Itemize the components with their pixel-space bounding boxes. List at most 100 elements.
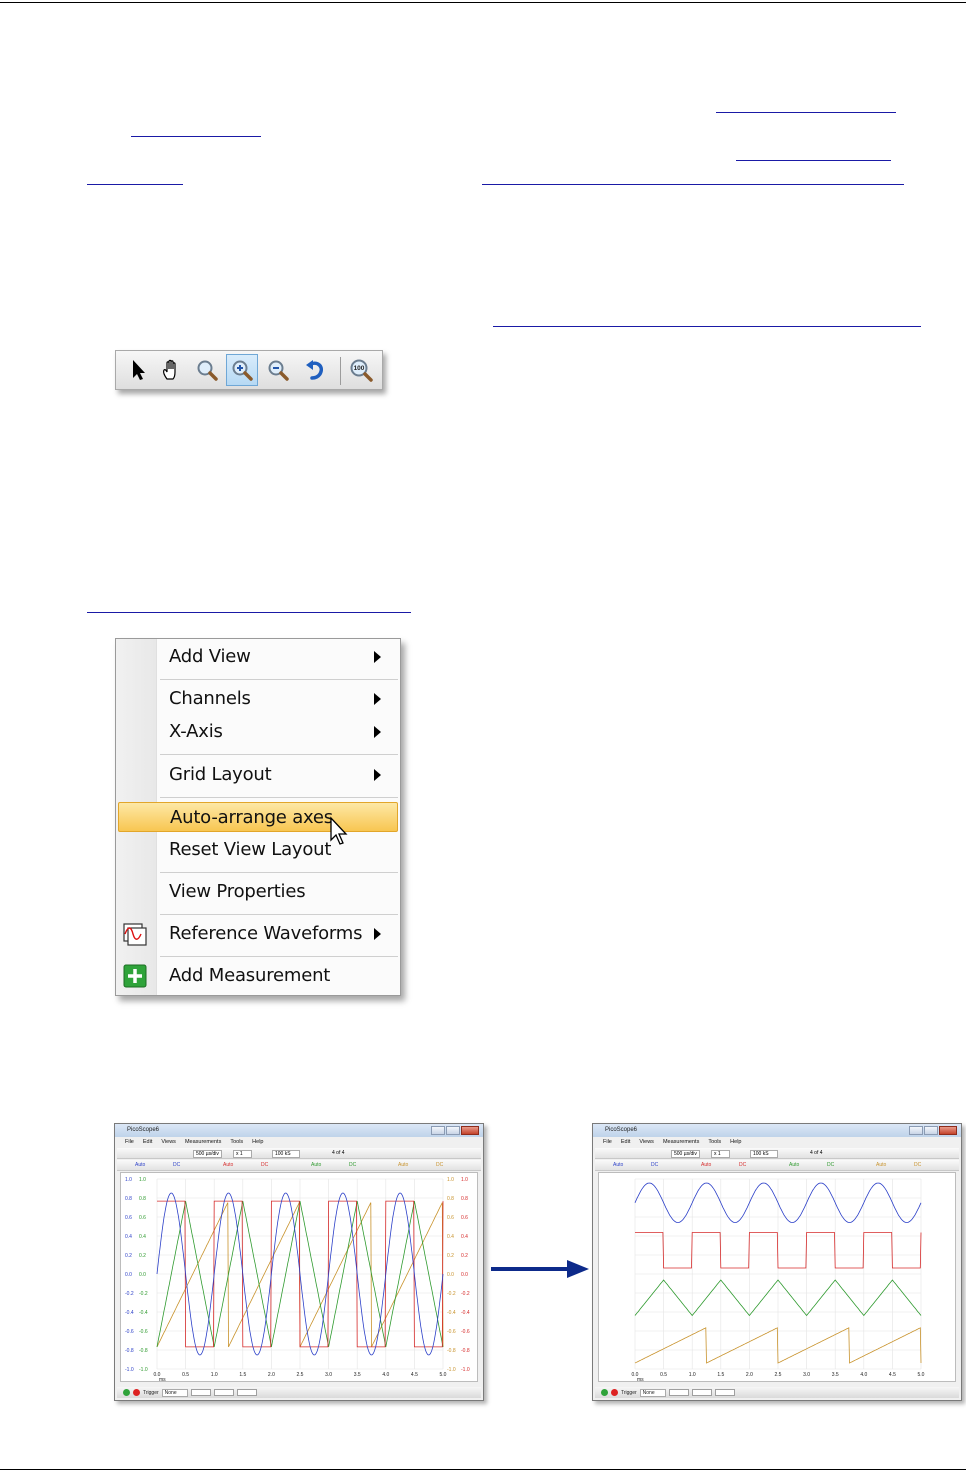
zoom-out-icon[interactable] [262, 354, 294, 386]
channel-d-coupling[interactable]: DC [914, 1162, 921, 1168]
channel-c-range[interactable]: Auto [311, 1162, 321, 1168]
hyperlink-underline[interactable] [87, 184, 183, 185]
y-tick-label-c: 0.2 [139, 1253, 146, 1259]
menu-item-grid-layout[interactable]: Grid Layout [116, 760, 400, 790]
channel-toolbar: Auto DC Auto DC Auto DC Auto DC [117, 1160, 481, 1171]
zoom-select[interactable]: x 1 [711, 1150, 730, 1158]
start-icon[interactable] [601, 1389, 608, 1396]
menu-file[interactable]: File [125, 1137, 134, 1147]
window-titlebar: PicoScope6 [115, 1124, 483, 1137]
menu-views[interactable]: Views [639, 1137, 654, 1147]
menu-item-add-measurement[interactable]: Add Measurement [116, 961, 400, 991]
channel-a-range[interactable]: Auto [135, 1162, 145, 1168]
minimize-icon[interactable] [431, 1126, 445, 1135]
menu-item-reference-waveforms[interactable]: Reference Waveforms [116, 919, 400, 949]
y-tick-label-a: 0.4 [125, 1234, 132, 1240]
y-tick-label-b: -0.8 [461, 1348, 470, 1354]
hyperlink-underline[interactable] [493, 326, 921, 327]
undo-icon[interactable] [299, 354, 331, 386]
menu-help[interactable]: Help [252, 1137, 263, 1147]
x-tick-label: 4.5 [889, 1372, 896, 1378]
trigger-select[interactable]: None [639, 1388, 666, 1397]
x-tick-label: 4.0 [860, 1372, 867, 1378]
channel-d-range[interactable]: Auto [398, 1162, 408, 1168]
menu-item-x-axis[interactable]: X-Axis [116, 717, 400, 747]
maximize-icon[interactable] [446, 1126, 460, 1135]
start-icon[interactable] [123, 1389, 130, 1396]
x-tick-label: 0.5 [660, 1372, 667, 1378]
channel-a-coupling[interactable]: DC [651, 1162, 658, 1168]
zoom-in-icon[interactable] [226, 354, 258, 386]
menu-edit[interactable]: Edit [621, 1137, 630, 1147]
menu-item-channels[interactable]: Channels [116, 684, 400, 714]
y-tick-label-d: 0.4 [447, 1234, 454, 1240]
y-tick-label-d: -0.8 [447, 1348, 456, 1354]
channel-c-coupling[interactable]: DC [827, 1162, 834, 1168]
trigger-field[interactable] [668, 1389, 689, 1396]
menu-measurements[interactable]: Measurements [185, 1137, 221, 1147]
menu-item-label: Add View [169, 646, 251, 667]
channel-b-coupling[interactable]: DC [261, 1162, 268, 1168]
channel-c-range[interactable]: Auto [789, 1162, 799, 1168]
trigger-field[interactable] [190, 1389, 211, 1396]
stop-icon[interactable] [133, 1389, 140, 1396]
menu-tools[interactable]: Tools [708, 1137, 721, 1147]
pointer-icon[interactable] [122, 354, 154, 386]
trigger-select[interactable]: None [161, 1388, 188, 1397]
maximize-icon[interactable] [924, 1126, 938, 1135]
trigger-statusbar: Trigger None [117, 1387, 481, 1398]
menu-measurements[interactable]: Measurements [663, 1137, 699, 1147]
timebase-select[interactable]: 500 µs/div [671, 1150, 700, 1158]
timebase-select[interactable]: 500 µs/div [193, 1150, 222, 1158]
y-tick-label-b: 0.0 [461, 1272, 468, 1278]
trigger-label: Trigger [621, 1389, 637, 1396]
submenu-arrow-icon [374, 769, 381, 781]
buffer-indicator: 4 of 4 [810, 1150, 823, 1156]
channel-b-coupling[interactable]: DC [739, 1162, 746, 1168]
menu-tools[interactable]: Tools [230, 1137, 243, 1147]
menu-file[interactable]: File [603, 1137, 612, 1147]
menu-item-auto-arrange-axes[interactable]: Auto-arrange axes [118, 802, 398, 832]
y-tick-label-a: -0.2 [125, 1291, 134, 1297]
channel-a-range[interactable]: Auto [613, 1162, 623, 1168]
menu-help[interactable]: Help [730, 1137, 741, 1147]
trigger-field[interactable] [236, 1389, 257, 1396]
zoom-100-icon[interactable]: 100 [345, 354, 377, 386]
channel-b-range[interactable]: Auto [701, 1162, 711, 1168]
trigger-label: Trigger [143, 1389, 159, 1396]
menu-item-label: View Properties [169, 881, 306, 902]
stop-icon[interactable] [611, 1389, 618, 1396]
hyperlink-underline[interactable] [716, 112, 896, 113]
channel-b-range[interactable]: Auto [223, 1162, 233, 1168]
capture-toolbar: 500 µs/div x 1 100 kS 4 of 4 [595, 1148, 959, 1159]
hyperlink-underline[interactable] [482, 184, 904, 185]
trigger-field[interactable] [213, 1389, 234, 1396]
hyperlink-underline[interactable] [736, 160, 891, 161]
menu-item-view-properties[interactable]: View Properties [116, 877, 400, 907]
channel-c-coupling[interactable]: DC [349, 1162, 356, 1168]
hyperlink-underline[interactable] [87, 612, 411, 613]
close-icon[interactable] [461, 1126, 479, 1135]
minimize-icon[interactable] [909, 1126, 923, 1135]
x-tick-label: 1.5 [717, 1372, 724, 1378]
hyperlink-underline[interactable] [131, 136, 261, 137]
samples-select[interactable]: 100 kS [750, 1150, 778, 1158]
capture-toolbar: 500 µs/div x 1 100 kS 4 of 4 [117, 1148, 481, 1159]
menu-item-reset-view-layout[interactable]: Reset View Layout [116, 835, 400, 865]
y-tick-label-c: -0.4 [139, 1310, 148, 1316]
close-icon[interactable] [939, 1126, 957, 1135]
channel-d-coupling[interactable]: DC [436, 1162, 443, 1168]
trigger-field[interactable] [691, 1389, 712, 1396]
menu-edit[interactable]: Edit [143, 1137, 152, 1147]
channel-a-coupling[interactable]: DC [173, 1162, 180, 1168]
menu-item-add-view[interactable]: Add View [116, 642, 400, 672]
menu-views[interactable]: Views [161, 1137, 176, 1147]
trigger-field[interactable] [714, 1389, 735, 1396]
zoom-icon[interactable] [191, 354, 223, 386]
y-tick-label-b: 1.0 [461, 1177, 468, 1183]
hand-icon[interactable] [156, 354, 188, 386]
footer-rule [0, 1469, 966, 1470]
zoom-select[interactable]: x 1 [233, 1150, 252, 1158]
samples-select[interactable]: 100 kS [272, 1150, 300, 1158]
channel-d-range[interactable]: Auto [876, 1162, 886, 1168]
